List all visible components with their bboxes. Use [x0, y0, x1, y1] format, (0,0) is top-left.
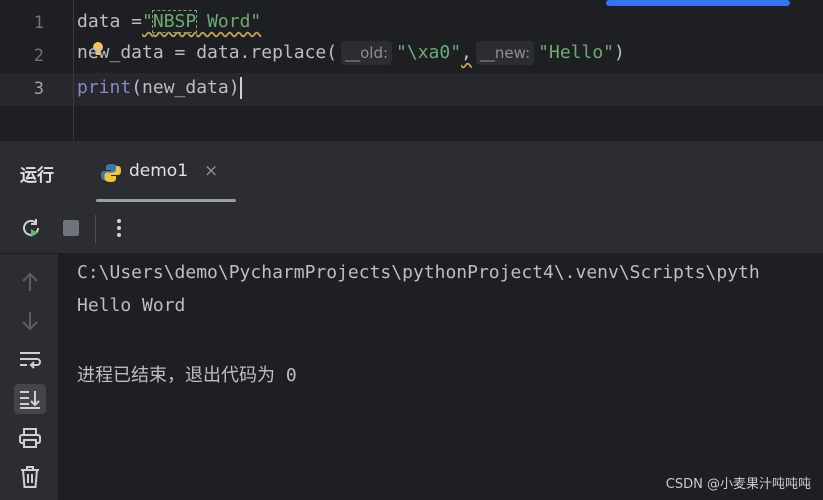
scroll-to-end-icon: [20, 391, 40, 409]
tab-label: demo1: [129, 161, 189, 181]
code-token: ): [614, 42, 625, 63]
code-token: ,: [461, 42, 472, 63]
active-tab-indicator: [96, 199, 236, 202]
console-line: Hello Word: [77, 295, 186, 316]
builtin-function: print: [77, 77, 132, 98]
arrow-down-icon: [22, 312, 38, 331]
more-options-button[interactable]: [106, 215, 132, 241]
text-caret: [239, 77, 242, 99]
soft-wrap-icon: [20, 352, 41, 369]
watermark: CSDN @小麦果汁吨吨吨: [665, 477, 811, 492]
scroll-up-button[interactable]: [14, 267, 46, 297]
run-tool-window-header: 运行 demo1 ×: [0, 140, 823, 203]
string-literal: "\xa0": [396, 42, 462, 63]
nbsp-string: "NBSP Word": [142, 10, 262, 33]
rerun-icon: [23, 219, 39, 237]
parameter-hint-new: __new:: [475, 41, 535, 65]
string-literal: "NBSP Word": [142, 10, 262, 33]
scroll-down-button[interactable]: [14, 306, 46, 336]
close-icon[interactable]: ×: [204, 161, 218, 181]
run-toolbar: [0, 203, 823, 254]
clear-console-button[interactable]: [14, 462, 46, 492]
gutter-divider: [73, 0, 74, 140]
string-literal: "Hello": [538, 42, 614, 63]
stop-icon: [63, 220, 79, 236]
more-vertical-icon: [117, 219, 121, 237]
scroll-position-indicator[interactable]: [606, 0, 790, 6]
soft-wrap-button[interactable]: [14, 345, 46, 375]
tab-demo1[interactable]: demo1 ×: [96, 141, 236, 203]
code-line-3[interactable]: print(new_data): [77, 77, 242, 99]
line-number: 3: [33, 79, 44, 99]
rerun-button[interactable]: [18, 215, 44, 241]
stop-button[interactable]: [58, 215, 84, 241]
console-line: C:\Users\demo\PycharmProjects\pythonProj…: [77, 262, 760, 283]
code-token: new_data = data.replace(: [77, 42, 338, 63]
run-panel-title: 运行: [20, 166, 54, 186]
code-editor[interactable]: 1 2 3 data ="NBSP Word" new_data = data.…: [0, 0, 823, 140]
trash-icon: [21, 466, 39, 488]
arrow-up-icon: [22, 272, 38, 291]
line-number-gutter[interactable]: 1 2 3: [0, 0, 72, 140]
print-button[interactable]: [14, 423, 46, 453]
code-line-2[interactable]: new_data = data.replace(__old: "\xa0", __n…: [77, 41, 625, 65]
toolbar-separator: [95, 215, 96, 243]
code-token: (new_data): [131, 77, 240, 98]
python-icon: [101, 164, 121, 182]
code-token: data =: [77, 11, 143, 32]
scroll-to-end-button[interactable]: [14, 384, 46, 414]
console-line: 进程已结束，退出代码为 0: [77, 365, 297, 386]
line-number: 2: [33, 46, 44, 66]
nbsp-highlight: NBSP: [151, 10, 198, 33]
console-side-toolbar: [0, 254, 59, 500]
code-line-1[interactable]: data ="NBSP Word": [77, 10, 262, 33]
console-output[interactable]: C:\Users\demo\PycharmProjects\pythonProj…: [59, 254, 823, 500]
printer-icon: [19, 428, 41, 448]
line-number: 1: [33, 13, 44, 33]
parameter-hint-old: __old:: [341, 41, 393, 65]
